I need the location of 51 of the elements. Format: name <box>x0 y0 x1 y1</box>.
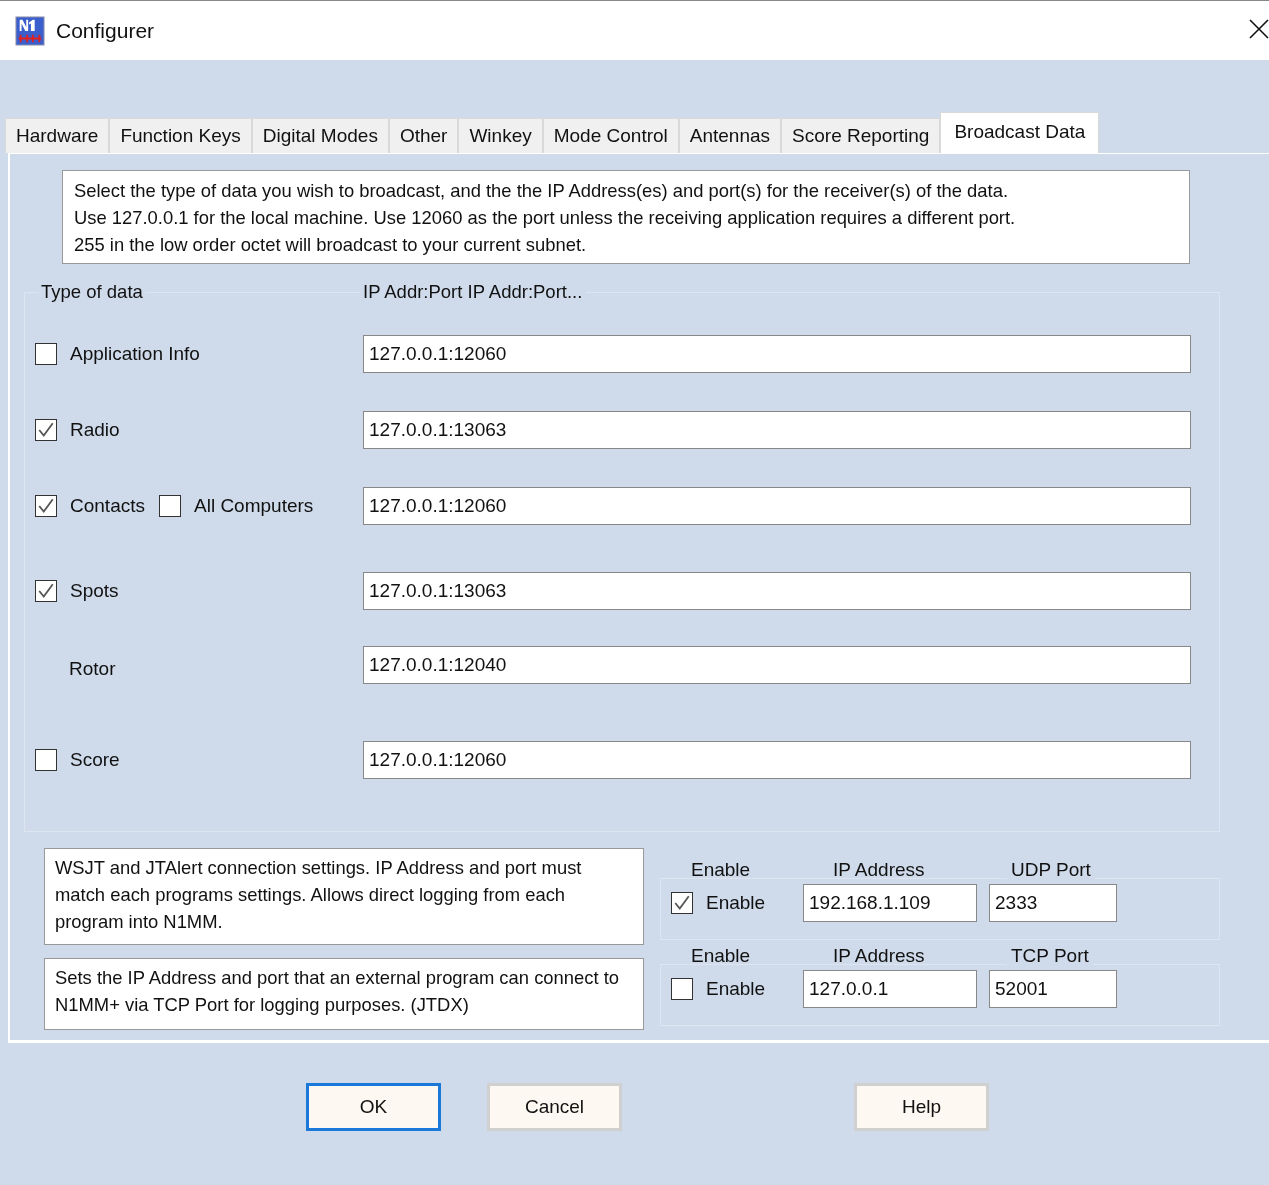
checkbox[interactable] <box>35 749 57 771</box>
tab[interactable]: Digital Modes <box>251 118 389 153</box>
checkbox[interactable] <box>159 495 181 517</box>
checkbox-label: Spots <box>70 580 119 602</box>
port-field[interactable]: 2333 <box>989 884 1117 922</box>
checkbox-label: Contacts <box>70 495 145 517</box>
column-heading: Enable <box>691 945 751 967</box>
tab[interactable]: Winkey <box>458 118 543 153</box>
address-field[interactable]: 127.0.0.1:13063 <box>363 572 1191 610</box>
description-line: Select the type of data you wish to broadcast, and the the IP Address(es) and port(s) for the receiver(s) of the data. <box>74 179 1009 203</box>
address-field[interactable]: 127.0.0.1:12040 <box>363 646 1191 684</box>
tab[interactable]: Hardware <box>5 118 110 153</box>
description-line: 255 in the low order octet will broadcast to your current subnet. <box>74 233 588 257</box>
ip-field[interactable]: 192.168.1.109 <box>803 884 977 922</box>
dialog-button[interactable]: Cancel <box>487 1083 622 1131</box>
tab[interactable]: Broadcast Data <box>940 112 1100 153</box>
tab[interactable]: Antennas <box>678 118 782 153</box>
tab[interactable]: Mode Control <box>542 118 679 153</box>
window-title: Configurer <box>56 18 155 43</box>
address-field[interactable]: 127.0.0.1:13063 <box>363 411 1191 449</box>
checkbox[interactable] <box>35 419 57 441</box>
description-line: Use 127.0.0.1 for the local machine. Use 12060 as the port unless the receiving application requires a different port. <box>74 206 1017 230</box>
close-icon[interactable] <box>1249 19 1269 39</box>
checkbox[interactable] <box>35 495 57 517</box>
dialog-button[interactable]: OK <box>306 1083 441 1131</box>
ip-field[interactable]: 127.0.0.1 <box>803 970 977 1008</box>
address-field[interactable]: 127.0.0.1:12060 <box>363 487 1191 525</box>
checkbox-label: Enable <box>706 978 767 1000</box>
address-field[interactable]: 127.0.0.1:12060 <box>363 741 1191 779</box>
dialog-button[interactable]: Help <box>854 1083 989 1131</box>
tab[interactable]: Function Keys <box>109 118 252 153</box>
column-heading: IP Address <box>833 945 925 967</box>
checkbox[interactable] <box>671 978 693 1000</box>
port-field[interactable]: 52001 <box>989 970 1117 1008</box>
note-box: Sets the IP Address and port that an external program can connect to N1MM+ via TCP Port for logging purposes. (JTDX) <box>44 958 644 1030</box>
checkbox-label: Application Info <box>70 343 200 365</box>
checkbox-label: Score <box>70 749 120 771</box>
note-box: WSJT and JTAlert connection settings. IP Address and port must match each programs settings. Allows direct logging from each program into N1MM. <box>44 848 644 945</box>
tab[interactable]: Other <box>388 118 459 153</box>
app-logo-icon <box>15 15 45 46</box>
checkbox-label: Enable <box>706 892 767 914</box>
checkbox[interactable] <box>35 580 57 602</box>
row-label: Rotor <box>69 657 116 680</box>
tab[interactable]: Score Reporting <box>781 118 941 153</box>
address-field[interactable]: 127.0.0.1:12060 <box>363 335 1191 373</box>
checkbox-label: Radio <box>70 419 120 441</box>
column-heading: IP Address <box>833 859 925 881</box>
checkbox[interactable] <box>671 892 693 914</box>
column-heading: Enable <box>691 859 751 881</box>
checkbox-label: All Computers <box>194 495 314 517</box>
checkbox[interactable] <box>35 343 57 365</box>
